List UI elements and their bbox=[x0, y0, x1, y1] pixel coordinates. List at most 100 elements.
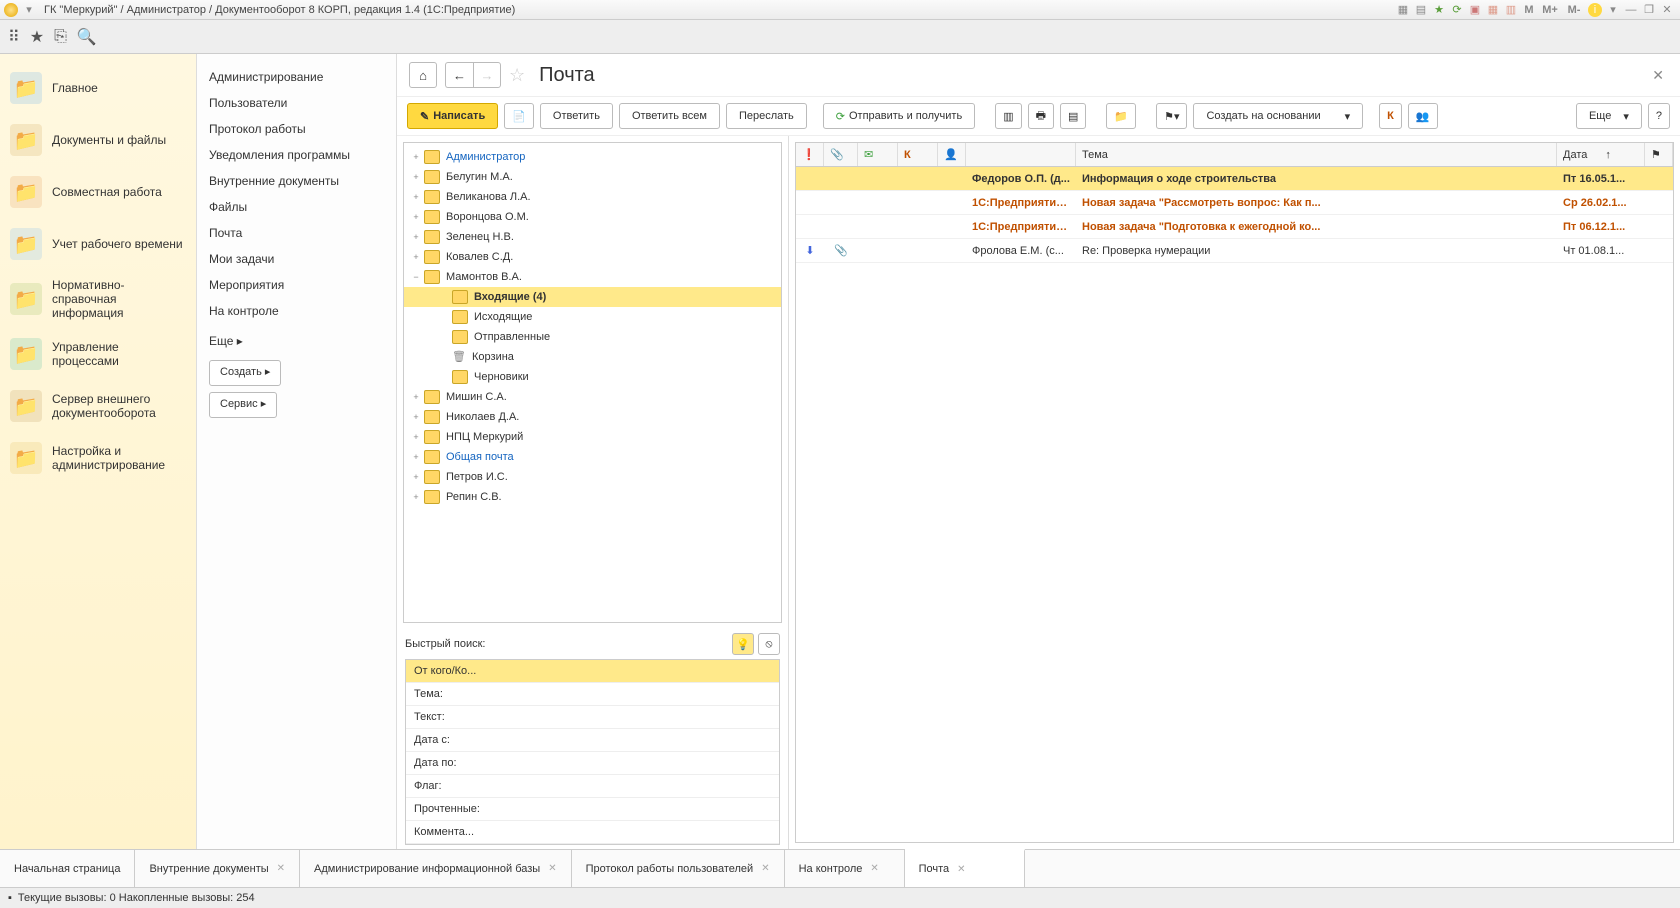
folder-row[interactable]: +НПЦ Меркурий bbox=[404, 427, 781, 447]
home-button[interactable]: ⌂ bbox=[409, 62, 437, 88]
section-button-0[interactable]: Создать ▸ bbox=[209, 360, 281, 386]
tb-btn-1[interactable]: ▥ bbox=[995, 103, 1021, 129]
message-row[interactable]: ⬇ 📎 Фролова Е.М. (с... Re: Проверка нуме… bbox=[796, 239, 1673, 263]
folder-row[interactable]: +Мишин С.А. bbox=[404, 387, 781, 407]
expand-icon[interactable]: + bbox=[410, 192, 422, 202]
search-field-row[interactable]: Коммента... bbox=[406, 821, 779, 844]
col-k[interactable]: К bbox=[898, 143, 938, 166]
window-tab[interactable]: Начальная страница bbox=[0, 850, 135, 887]
col-from[interactable] bbox=[966, 143, 1076, 166]
more-button[interactable]: Еще▾ bbox=[1576, 103, 1642, 129]
folder-row[interactable]: +Петров И.С. bbox=[404, 467, 781, 487]
window-tab[interactable]: Протокол работы пользователей✕ bbox=[572, 850, 785, 887]
section-link-3[interactable]: Уведомления программы bbox=[209, 142, 384, 168]
minimize-button[interactable]: — bbox=[1624, 3, 1638, 17]
expand-icon[interactable]: + bbox=[410, 172, 422, 182]
nav-item-1[interactable]: 📁Документы и файлы bbox=[0, 114, 196, 166]
print-button[interactable]: 🖶 bbox=[1028, 103, 1054, 129]
clear-search-button[interactable]: ⦸ bbox=[758, 633, 780, 655]
new-from-template-button[interactable]: 📄 bbox=[504, 103, 534, 129]
folder-row[interactable]: −Мамонтов В.А. bbox=[404, 267, 781, 287]
close-tab-icon[interactable]: ✕ bbox=[957, 864, 965, 875]
dd2-icon[interactable]: ▾ bbox=[1606, 3, 1620, 17]
search-field-row[interactable]: Флаг: bbox=[406, 775, 779, 798]
section-button-1[interactable]: Сервис ▸ bbox=[209, 392, 277, 418]
tb-icon-1[interactable]: ▦ bbox=[1396, 3, 1410, 17]
nav-item-5[interactable]: 📁Управление процессами bbox=[0, 328, 196, 380]
expand-icon[interactable]: + bbox=[410, 472, 422, 482]
search-field-row[interactable]: Дата с: bbox=[406, 729, 779, 752]
favorites-icon[interactable]: ★ bbox=[30, 27, 44, 47]
search-field-row[interactable]: Дата по: bbox=[406, 752, 779, 775]
expand-icon[interactable]: + bbox=[410, 412, 422, 422]
folder-row[interactable]: 🗑Корзина bbox=[404, 347, 781, 367]
apps-icon[interactable]: ⠿ bbox=[8, 27, 20, 47]
nav-item-7[interactable]: 📁Настройка и администрирование bbox=[0, 432, 196, 484]
folder-row[interactable]: +Общая почта bbox=[404, 447, 781, 467]
m-plus-button[interactable]: M+ bbox=[1540, 3, 1560, 17]
col-date[interactable]: Дата ↑ bbox=[1557, 143, 1645, 166]
expand-icon[interactable]: + bbox=[410, 392, 422, 402]
window-tab[interactable]: Администрирование информационной базы✕ bbox=[300, 850, 572, 887]
reply-button[interactable]: Ответить bbox=[540, 103, 613, 129]
calendar-icon[interactable]: ▦ bbox=[1486, 3, 1500, 17]
close-tab-icon[interactable]: ✕ bbox=[870, 863, 878, 874]
expand-icon[interactable]: + bbox=[410, 212, 422, 222]
move-button[interactable]: 📁 bbox=[1106, 103, 1136, 129]
reply-all-button[interactable]: Ответить всем bbox=[619, 103, 720, 129]
search-icon[interactable]: 🔍 bbox=[77, 27, 97, 47]
close-tab-icon[interactable]: ✕ bbox=[277, 863, 285, 874]
addressbook-button[interactable]: 👥 bbox=[1408, 103, 1438, 129]
clipboard-icon[interactable]: ⎘ bbox=[54, 28, 67, 46]
folder-row[interactable]: +Зеленец Н.В. bbox=[404, 227, 781, 247]
message-row[interactable]: 1С:Предприятие ... Новая задача "Подгото… bbox=[796, 215, 1673, 239]
expand-icon[interactable]: + bbox=[410, 152, 422, 162]
tb-icon-2[interactable]: ▤ bbox=[1414, 3, 1428, 17]
col-subject[interactable]: Тема bbox=[1076, 143, 1557, 166]
tb-icon-5[interactable]: ▣ bbox=[1468, 3, 1482, 17]
search-field-row[interactable]: От кого/Ко... bbox=[406, 660, 779, 683]
write-button[interactable]: ✎Написать bbox=[407, 103, 498, 129]
folder-row[interactable]: +Великанова Л.А. bbox=[404, 187, 781, 207]
section-link-5[interactable]: Файлы bbox=[209, 194, 384, 220]
window-tab[interactable]: Почта✕ bbox=[905, 849, 1025, 887]
nav-item-3[interactable]: 📁Учет рабочего времени bbox=[0, 218, 196, 270]
folder-row[interactable]: +Ковалев С.Д. bbox=[404, 247, 781, 267]
m-button[interactable]: M bbox=[1522, 3, 1536, 17]
expand-icon[interactable]: + bbox=[410, 432, 422, 442]
expand-icon[interactable]: + bbox=[410, 232, 422, 242]
section-link-6[interactable]: Почта bbox=[209, 220, 384, 246]
close-tab-icon[interactable]: ✕ bbox=[761, 863, 769, 874]
section-link-7[interactable]: Мои задачи bbox=[209, 246, 384, 272]
forward-button[interactable]: → bbox=[473, 62, 501, 88]
section-link-2[interactable]: Протокол работы bbox=[209, 116, 384, 142]
nav-item-0[interactable]: 📁Главное bbox=[0, 62, 196, 114]
col-user-icon[interactable]: 👤 bbox=[938, 143, 966, 166]
close-tab-icon[interactable]: ✕ bbox=[548, 863, 556, 874]
search-field-row[interactable]: Прочтенные: bbox=[406, 798, 779, 821]
section-link-1[interactable]: Пользователи bbox=[209, 90, 384, 116]
section-link-4[interactable]: Внутренние документы bbox=[209, 168, 384, 194]
section-link-0[interactable]: Администрирование bbox=[209, 64, 384, 90]
help-button[interactable]: ? bbox=[1648, 103, 1670, 129]
folder-row[interactable]: Черновики bbox=[404, 367, 781, 387]
tb-icon-7[interactable]: ▥ bbox=[1504, 3, 1518, 17]
message-row[interactable]: 1С:Предприятие ... Новая задача "Рассмот… bbox=[796, 191, 1673, 215]
expand-icon[interactable]: + bbox=[410, 252, 422, 262]
send-receive-button[interactable]: ⟳Отправить и получить bbox=[823, 103, 975, 129]
back-button[interactable]: ← bbox=[445, 62, 473, 88]
folder-row[interactable]: +Администратор bbox=[404, 147, 781, 167]
flag-button[interactable]: ⚑▾ bbox=[1156, 103, 1187, 129]
favorite-star-icon[interactable]: ☆ bbox=[509, 65, 525, 86]
folder-row[interactable]: Отправленные bbox=[404, 327, 781, 347]
maximize-button[interactable]: ❐ bbox=[1642, 3, 1656, 17]
nav-item-2[interactable]: 📁Совместная работа bbox=[0, 166, 196, 218]
section-more[interactable]: Еще ▸ bbox=[209, 328, 384, 354]
section-link-9[interactable]: На контроле bbox=[209, 298, 384, 324]
folder-row[interactable]: Исходящие bbox=[404, 307, 781, 327]
search-field-row[interactable]: Тема: bbox=[406, 683, 779, 706]
folder-row[interactable]: +Белугин М.А. bbox=[404, 167, 781, 187]
folder-row[interactable]: Входящие (4) bbox=[404, 287, 781, 307]
window-tab[interactable]: На контроле✕ bbox=[785, 850, 905, 887]
col-status[interactable]: ✉ bbox=[858, 143, 898, 166]
